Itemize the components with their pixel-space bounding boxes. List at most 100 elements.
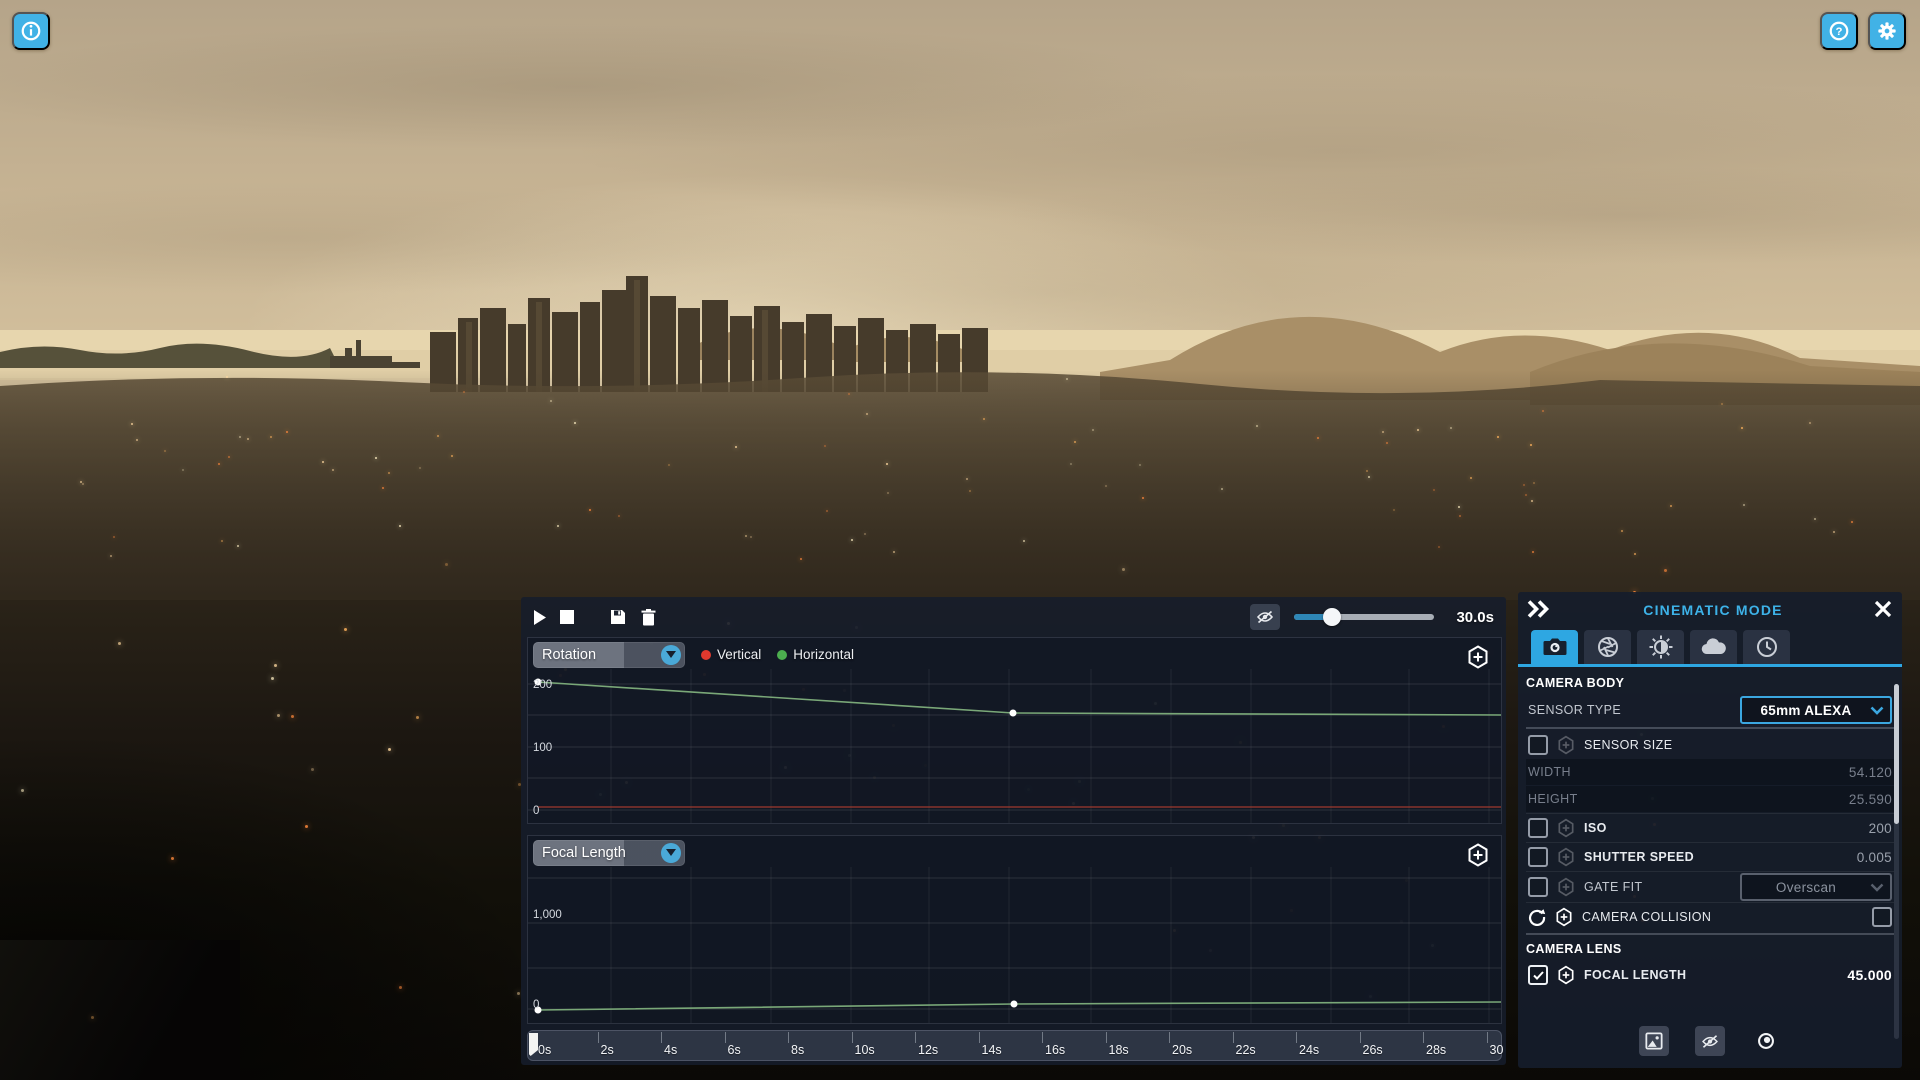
info-icon [21,21,41,41]
keyframe-hexagon-icon [1558,818,1574,838]
gate-fit-label: GATE FIT [1584,880,1643,894]
ruler-tick-label: 24s [1299,1043,1320,1057]
tab-exposure[interactable] [1637,630,1684,664]
camera-collision-label: CAMERA COLLISION [1582,910,1712,924]
gate-fit-checkbox[interactable] [1528,877,1548,897]
add-keyframe-button[interactable] [1467,645,1489,672]
cinematic-timeline-panel: 30.0s Rotation Vertical Horizontal 200 1… [521,597,1506,1065]
sensor-size-checkbox[interactable] [1528,735,1548,755]
keyframe-hexagon-icon [1558,735,1574,755]
trash-icon [641,608,656,625]
sensor-size-row: SENSOR SIZE [1526,731,1894,759]
help-icon: ? [1829,21,1849,41]
focal-length-checkbox[interactable] [1528,965,1548,985]
keyframe-hexagon-icon [1558,965,1574,985]
svg-text:100: 100 [533,742,552,754]
focal-length-value: 45.000 [1847,967,1892,983]
ruler-tick-label: 14s [981,1043,1002,1057]
check-icon [1532,970,1544,980]
chevron-down-icon [1870,883,1884,892]
focal-length-label: FOCAL LENGTH [1584,968,1687,982]
delete-button[interactable] [641,608,656,626]
ruler-tick-label: 28s [1426,1043,1447,1057]
screenshot-button[interactable] [1639,1026,1669,1056]
active-tab-underline [1518,664,1902,667]
iso-row: ISO 200 [1526,813,1894,842]
scrollbar-thumb[interactable] [1894,684,1899,824]
save-icon [611,610,625,624]
cloud-icon [1701,638,1726,655]
playback-speed-slider[interactable] [1294,607,1434,627]
divider [1526,933,1894,935]
iso-value: 200 [1868,820,1892,836]
width-label: WIDTH [1528,765,1571,779]
record-button[interactable] [1751,1026,1781,1056]
help-button[interactable]: ? [1820,12,1858,50]
shutter-speed-value: 0.005 [1856,849,1892,865]
sensor-type-dropdown[interactable]: 65mm ALEXA [1740,696,1892,724]
playhead-marker[interactable] [529,1033,538,1056]
tab-camera-body[interactable] [1531,630,1578,664]
ruler-tick [851,1032,853,1043]
time-ruler[interactable]: 0s 2s 4s 6s 8s 10s 12s 14s 16s 18s 20s 22s 24s 26s 28s… [527,1030,1503,1061]
close-panel-button[interactable] [1874,600,1902,621]
sensor-size-label: SENSOR SIZE [1584,738,1673,752]
brightness-icon [1649,635,1672,659]
camera-collision-checkbox[interactable] [1872,907,1892,927]
reset-button[interactable] [1528,908,1546,926]
chevron-down-icon [661,842,681,863]
stop-button[interactable] [560,610,574,624]
tab-time[interactable] [1743,630,1790,664]
rotation-legend: Vertical Horizontal [701,647,854,662]
hexagon-plus-icon [1468,645,1488,669]
focal-dropdown-label: Focal Length [542,844,626,861]
stop-icon [560,610,574,624]
ruler-tick-label: 20s [1172,1043,1193,1057]
focal-property-dropdown[interactable]: Focal Length [533,839,685,866]
divider [1526,727,1894,729]
rotation-property-dropdown[interactable]: Rotation [533,641,685,668]
toggle-ui-visibility-button[interactable] [1250,604,1280,630]
ruler-tick [1232,1032,1234,1043]
ruler-tick-label: 8s [791,1043,805,1057]
shutter-speed-checkbox[interactable] [1528,847,1548,867]
ruler-tick [978,1032,980,1043]
svg-text:0: 0 [533,999,539,1011]
tab-aperture[interactable] [1584,630,1631,664]
eye-off-icon [1702,1034,1718,1048]
collapse-panel-button[interactable] [1518,599,1552,622]
play-button[interactable] [533,609,546,625]
iso-checkbox[interactable] [1528,818,1548,838]
save-button[interactable] [610,609,626,625]
gate-fit-dropdown[interactable]: Overscan [1740,873,1892,901]
svg-text:1,000: 1,000 [533,909,562,921]
ruler-tick-label: 2s [600,1043,614,1057]
tab-weather[interactable] [1690,630,1737,664]
shutter-speed-row: SHUTTER SPEED 0.005 [1526,842,1894,871]
ruler-tick [1105,1032,1107,1043]
slider-knob[interactable] [1323,608,1341,626]
rotation-graph-plot[interactable]: 200 100 0 [528,669,1501,823]
svg-text:0: 0 [533,805,539,817]
settings-button[interactable] [1868,12,1906,50]
ruler-tick-label: 16s [1045,1043,1066,1057]
info-button[interactable] [12,12,50,50]
rotation-graph-header: Rotation Vertical Horizontal [533,641,1496,669]
focal-length-graph-section: Focal Length 1,000 0 [527,835,1502,1024]
add-keyframe-button[interactable] [1467,843,1489,870]
record-icon [1758,1033,1774,1049]
timeline-duration: 30.0s [1456,608,1494,626]
clock-icon [1756,637,1777,657]
ruler-tick [915,1032,916,1043]
keyframe-hexagon-icon [1556,907,1572,927]
focal-graph-plot[interactable]: 1,000 0 [528,867,1501,1023]
timeline-toolbar: 30.0s [521,597,1506,637]
panel-footer [1518,1026,1902,1056]
panel-scrollbar[interactable] [1894,684,1899,1039]
legend-item-vertical: Vertical [701,647,761,662]
focal-length-row: FOCAL LENGTH 45.000 [1526,961,1894,989]
panel-header: CINEMATIC MODE [1518,592,1902,628]
hide-ui-button[interactable] [1695,1026,1725,1056]
ruler-tick [1042,1032,1043,1043]
ruler-tick [597,1032,599,1043]
